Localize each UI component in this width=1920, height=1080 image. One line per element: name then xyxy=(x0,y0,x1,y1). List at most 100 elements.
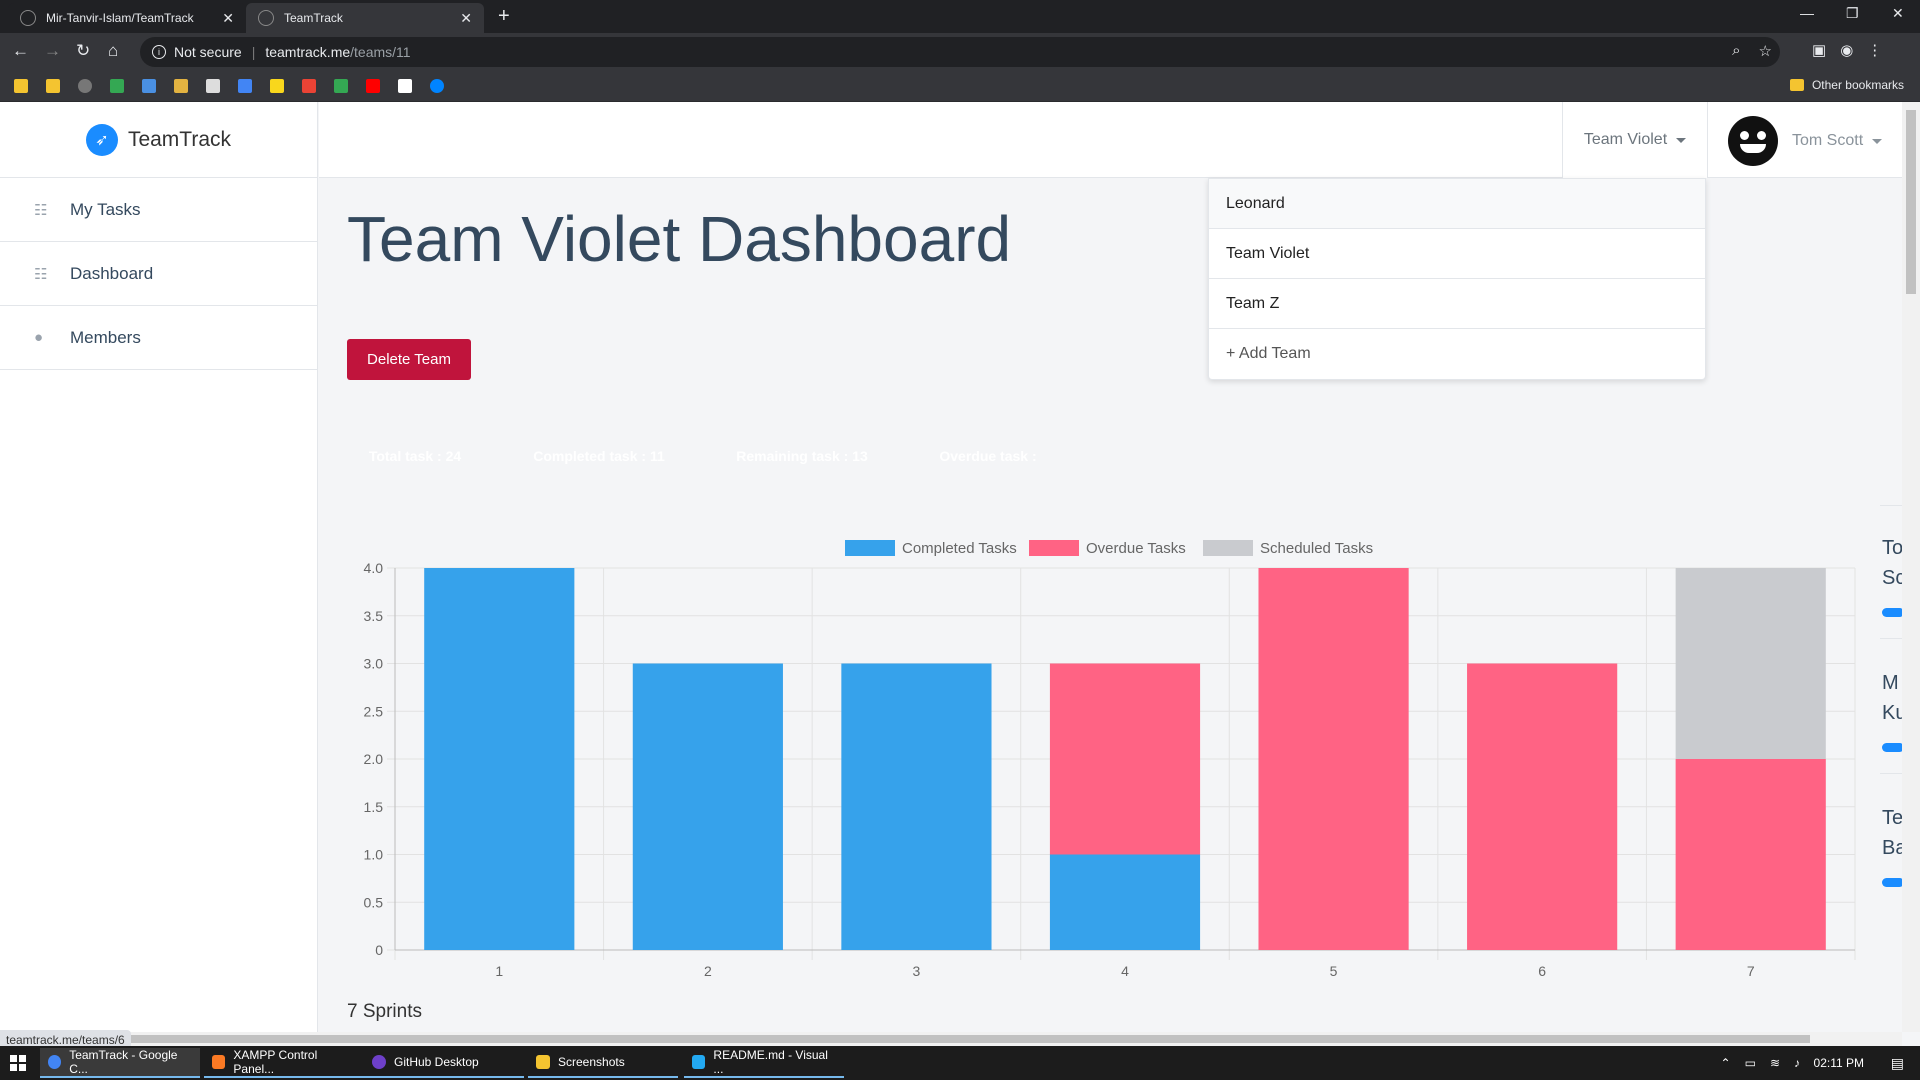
close-icon[interactable]: ✕ xyxy=(222,10,234,27)
browser-tab-github[interactable]: Mir-Tanvir-Islam/TeamTrack ✕ xyxy=(8,3,246,33)
taskbar-label: README.md - Visual ... xyxy=(713,1048,828,1076)
x-tick-label: 3 xyxy=(913,963,921,979)
clock[interactable]: 02:11 PM xyxy=(1814,1056,1864,1070)
dropdown-item-team-z[interactable]: Team Z xyxy=(1209,279,1705,329)
chrome-icon xyxy=(48,1055,62,1069)
close-icon[interactable]: ✕ xyxy=(460,10,472,27)
info-icon[interactable]: i xyxy=(152,45,166,59)
x-tick-label: 4 xyxy=(1121,963,1129,979)
browser-tab-bar: Mir-Tanvir-Islam/TeamTrack ✕ TeamTrack ✕… xyxy=(0,0,1920,33)
list-icon: ☷ xyxy=(34,265,48,283)
sidebar-item-label: Dashboard xyxy=(70,263,154,283)
member-name-line: To xyxy=(1882,537,1902,559)
scroll-thumb[interactable] xyxy=(130,1035,1810,1043)
windows-start-icon[interactable] xyxy=(10,1055,26,1071)
bookmark-icon[interactable] xyxy=(206,79,220,93)
delete-team-button[interactable]: Delete Team xyxy=(347,339,471,380)
reload-icon[interactable]: ↻ xyxy=(76,41,90,61)
taskbar-item-github-desktop[interactable]: GitHub Desktop xyxy=(364,1048,524,1078)
youtube-icon[interactable] xyxy=(366,79,380,93)
menu-icon[interactable]: ⋮ xyxy=(1867,41,1882,59)
taskbar-item-vscode[interactable]: README.md - Visual ... xyxy=(684,1048,844,1078)
taskbar-label: TeamTrack - Google C... xyxy=(69,1048,178,1076)
omnibox-separator: | xyxy=(251,44,256,60)
user-name: Tom Scott xyxy=(1792,132,1864,149)
team-dropdown-toggle[interactable]: Team Violet xyxy=(1562,102,1708,178)
sprints-count: 7 Sprints xyxy=(347,1001,422,1022)
x-tick-label: 6 xyxy=(1538,963,1546,979)
y-tick-label: 1.5 xyxy=(364,799,384,815)
vscode-icon xyxy=(692,1055,706,1069)
folder-icon xyxy=(536,1055,550,1069)
legend-swatch xyxy=(1203,540,1253,556)
bookmark-icon[interactable] xyxy=(46,79,60,93)
bookmark-icon[interactable] xyxy=(174,79,188,93)
sidebar-item-label: My Tasks xyxy=(70,199,141,219)
bookmark-icon[interactable] xyxy=(14,79,28,93)
back-icon[interactable]: ← xyxy=(12,41,29,61)
horizontal-scrollbar[interactable] xyxy=(0,1032,1902,1046)
member-name-line: Sc xyxy=(1882,567,1902,589)
tab-title: Mir-Tanvir-Islam/TeamTrack xyxy=(46,11,194,25)
x-tick-label: 1 xyxy=(495,963,503,979)
notion-icon[interactable] xyxy=(398,79,412,93)
bookmark-icon[interactable] xyxy=(110,79,124,93)
dropdown-item-add-team[interactable]: + Add Team xyxy=(1209,329,1705,379)
volume-icon[interactable]: ♪ xyxy=(1794,1056,1800,1070)
chevron-up-icon[interactable]: ⌃ xyxy=(1721,1056,1731,1070)
globe-icon xyxy=(258,10,274,26)
progress-bar xyxy=(1882,608,1902,617)
forward-icon[interactable]: → xyxy=(44,41,61,61)
home-icon[interactable]: ⌂ xyxy=(108,41,118,61)
new-tab-icon[interactable]: + xyxy=(498,5,510,28)
legend-swatch xyxy=(845,540,895,556)
system-tray: ⌃ ▭ ≋ ♪ xyxy=(1721,1056,1800,1070)
gmail-icon[interactable] xyxy=(302,79,316,93)
stat-completed-badge: Completed task : 11 xyxy=(533,448,665,464)
sidebar-item-dashboard[interactable]: ☷ Dashboard xyxy=(0,242,317,306)
sidebar-item-my-tasks[interactable]: ☷ My Tasks xyxy=(0,178,317,242)
browser-toolbar: ← → ↻ ⌂ i Not secure | teamtrack.me /tea… xyxy=(0,33,1920,71)
vertical-scrollbar[interactable] xyxy=(1902,102,1920,1032)
bar-segment xyxy=(1049,663,1201,855)
bar-segment xyxy=(841,663,992,950)
github-icon[interactable] xyxy=(78,79,92,93)
pocket-icon[interactable]: ▣ xyxy=(1812,41,1826,59)
zoom-icon[interactable]: ⌕ xyxy=(1732,42,1740,60)
taskbar-label: XAMPP Control Panel... xyxy=(233,1048,318,1076)
restore-icon[interactable]: ❐ xyxy=(1846,5,1859,22)
user-menu[interactable]: Tom Scott xyxy=(1728,116,1883,166)
brand[interactable]: ➶ TeamTrack xyxy=(0,102,317,178)
wifi-icon[interactable]: ≋ xyxy=(1770,1056,1780,1070)
logo-icon: ➶ xyxy=(85,123,118,156)
bar-segment xyxy=(424,568,575,950)
tab-title: TeamTrack xyxy=(284,11,343,25)
minimize-icon[interactable]: — xyxy=(1800,5,1814,21)
notification-icon[interactable]: ▤ xyxy=(1891,1055,1904,1072)
drive-icon[interactable] xyxy=(334,79,348,93)
member-name-line: M xyxy=(1882,672,1899,694)
taskbar-item-chrome[interactable]: TeamTrack - Google C... xyxy=(40,1048,200,1078)
window-close-icon[interactable]: ✕ xyxy=(1892,5,1904,22)
taskbar-item-xampp[interactable]: XAMPP Control Panel... xyxy=(204,1048,364,1078)
sprint-task-chart: Completed Tasks Overdue Tasks Scheduled Ta… xyxy=(364,540,1856,979)
calendar-icon[interactable] xyxy=(238,79,252,93)
star-icon[interactable]: ☆ xyxy=(1759,42,1772,60)
bookmark-icon[interactable] xyxy=(270,79,284,93)
other-bookmarks[interactable]: Other bookmarks xyxy=(1789,78,1904,92)
dropdown-item-team-violet[interactable]: Team Violet xyxy=(1209,229,1705,279)
battery-icon[interactable]: ▭ xyxy=(1745,1056,1756,1070)
bar-segment xyxy=(632,663,783,950)
bookmarks-bar: Other bookmarks xyxy=(0,71,1920,102)
address-bar[interactable]: i Not secure | teamtrack.me /teams/11 ⌕ … xyxy=(140,37,1780,67)
browser-tab-teamtrack[interactable]: TeamTrack ✕ xyxy=(246,3,484,33)
bookmark-icon[interactable] xyxy=(142,79,156,93)
sidebar-item-members[interactable]: ● Members xyxy=(0,306,317,370)
scroll-thumb[interactable] xyxy=(1906,110,1916,294)
messenger-icon[interactable] xyxy=(430,79,444,93)
bar-segment xyxy=(1675,759,1826,950)
dropdown-item-leonard[interactable]: Leonard xyxy=(1209,179,1705,229)
list-icon: ☷ xyxy=(34,201,48,219)
profile-icon[interactable]: ◉ xyxy=(1840,41,1853,59)
taskbar-item-screenshots[interactable]: Screenshots xyxy=(528,1048,678,1078)
